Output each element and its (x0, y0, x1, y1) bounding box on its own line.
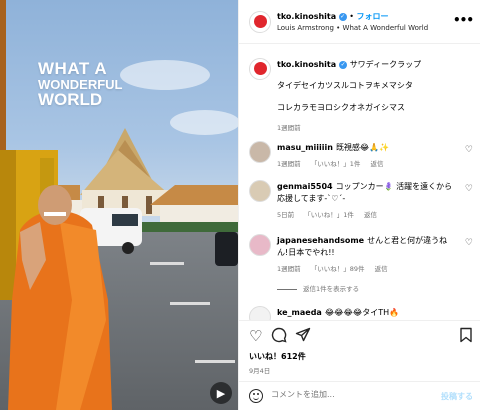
comment-username[interactable]: masu_miiiiin (277, 143, 333, 152)
post-date: 9月4日 (249, 367, 271, 375)
author-avatar[interactable] (249, 11, 271, 33)
video-title-line3: WORLD (38, 90, 103, 110)
commenter-avatar[interactable] (249, 234, 271, 256)
reply-button[interactable]: 返信 (375, 265, 388, 273)
follow-button[interactable]: フォロー (357, 12, 389, 21)
likes-count[interactable]: いいね！612件 (249, 351, 306, 362)
reel-icon[interactable]: ▶ (210, 382, 232, 404)
caption-avatar[interactable] (249, 58, 271, 80)
comment-time: 1週間前 (277, 160, 301, 168)
comment-time: 1週間前 (277, 265, 301, 273)
reply-button[interactable]: 返信 (364, 211, 377, 219)
post-comment-button[interactable]: 投稿する (441, 391, 473, 402)
caption-line2: タイデセイカツスルコトヲキメマシタ (277, 81, 413, 90)
comment-text: masu_miiiiin 既視感😂🙏✨ (277, 142, 457, 154)
video-title-overlay: WHAT A WONDERFUL WORLD (38, 60, 218, 109)
post-header: tko.kinoshita ✓ • フォロー Louis Armstrong •… (239, 0, 480, 44)
bookmark-icon[interactable] (459, 327, 473, 347)
header-top-line: tko.kinoshita ✓ • フォロー (277, 11, 389, 22)
audio-track-link[interactable]: Louis Armstrong • What A Wonderful World (277, 24, 428, 32)
caption-username[interactable]: tko.kinoshita (277, 60, 336, 69)
author-username[interactable]: tko.kinoshita (277, 12, 336, 21)
reply-button[interactable]: 返信 (370, 160, 383, 168)
caption-header: tko.kinoshita ✓ サワディークラップ (277, 59, 457, 71)
comment-likes[interactable]: 「いいね！」1件 (304, 211, 354, 219)
verified-badge-icon: ✓ (338, 13, 347, 21)
commenter-avatar[interactable] (249, 141, 271, 163)
caption-line1: サワディークラップ (349, 60, 422, 69)
verified-badge-icon: ✓ (339, 61, 348, 69)
comment-input[interactable] (271, 390, 431, 399)
comment-body: 既視感😂🙏✨ (335, 143, 390, 152)
comment-text: genmai5504 コップンカー🪻 活躍を遠くから応援してます-`♡´- (277, 181, 457, 205)
caption-line3: コレカラモヨロシクオネガイシマス (277, 103, 405, 112)
comment-likes[interactable]: 「いいね！」89件 (311, 265, 365, 273)
comment-icon[interactable] (271, 327, 287, 347)
view-replies-button[interactable]: 返信1件を表示する (277, 283, 359, 293)
comment-like-heart-icon[interactable]: ♡ (465, 145, 473, 155)
comment-text: japanesehandsome せんと君と何が違うねん!日本でやれ!! (277, 235, 457, 259)
comment-like-heart-icon[interactable]: ♡ (465, 238, 473, 248)
send-icon[interactable] (295, 327, 311, 347)
comment-username[interactable]: japanesehandsome (277, 236, 364, 245)
caption-time: 1週間前 (277, 124, 301, 132)
commenter-avatar[interactable] (249, 306, 271, 320)
comment-meta: 1週間前 「いいね！」89件 返信 (277, 263, 396, 273)
header-separator: • (349, 12, 354, 21)
commenter-avatar[interactable] (249, 180, 271, 202)
comment-meta: 5日前 「いいね！」1件 返信 (277, 209, 385, 219)
caption-meta: 1週間前 (277, 122, 309, 132)
comment-meta: 1週間前 「いいね！」1件 返信 (277, 158, 391, 168)
emoji-icon[interactable] (249, 389, 263, 403)
comment-likes[interactable]: 「いいね！」1件 (311, 160, 361, 168)
comments-list[interactable]: tko.kinoshita ✓ サワディークラップ タイデセイカツスルコトヲキメマ… (239, 44, 480, 320)
more-horizontal-icon[interactable]: ••• (453, 13, 474, 27)
comment-like-heart-icon[interactable]: ♡ (465, 184, 473, 194)
video-title-line2: WONDERFUL (38, 76, 123, 92)
video-title-line1: WHAT A (38, 59, 108, 78)
comment-time: 5日前 (277, 211, 295, 219)
post-actions: ♡ いいね！612件 9月4日 投稿する (239, 320, 480, 410)
post-panel: tko.kinoshita ✓ • フォロー Louis Armstrong •… (238, 0, 480, 410)
comment-username[interactable]: genmai5504 (277, 182, 333, 191)
reel-video[interactable]: WHAT A WONDERFUL WORLD ▶ (0, 0, 238, 410)
comment-bar: 投稿する (239, 381, 480, 410)
comment-body: 😂😂😂😂タイTH🔥 (324, 308, 400, 317)
comment-username[interactable]: ke_maeda (277, 308, 322, 317)
comment-text: ke_maeda 😂😂😂😂タイTH🔥 (277, 307, 457, 319)
heart-icon[interactable]: ♡ (249, 327, 262, 345)
